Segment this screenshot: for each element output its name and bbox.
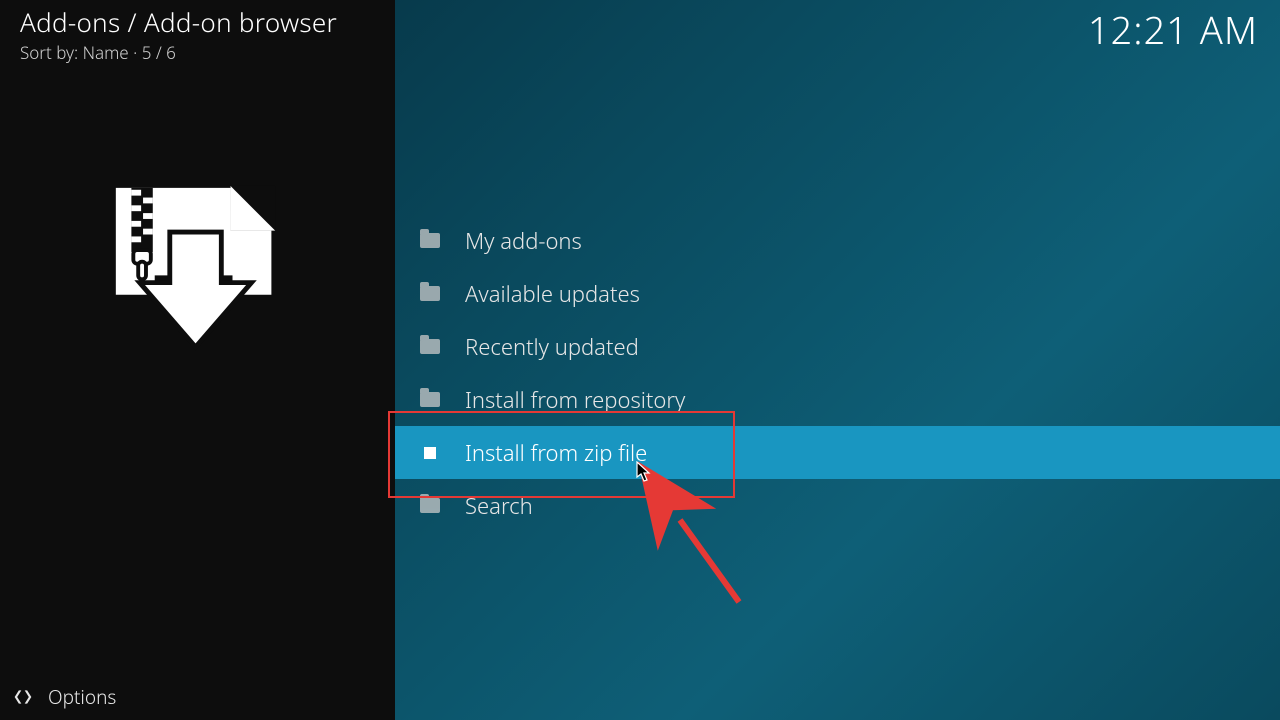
list-item-search[interactable]: Search	[395, 479, 1280, 532]
sort-line: Sort by: Name · 5 / 6	[20, 41, 337, 64]
folder-icon	[419, 389, 441, 411]
list-item-label: Search	[465, 491, 533, 521]
list-item-label: Recently updated	[465, 332, 639, 362]
options-label: Options	[48, 684, 116, 710]
list-position: 5 / 6	[142, 41, 176, 64]
folder-icon	[419, 283, 441, 305]
file-icon	[419, 442, 441, 464]
options-icon	[12, 686, 34, 708]
sort-separator: ·	[133, 41, 142, 64]
sidebar	[0, 0, 395, 720]
addon-browser-list: My add-ons Available updates Recently up…	[395, 214, 1280, 532]
list-item-recently-updated[interactable]: Recently updated	[395, 320, 1280, 373]
install-zip-hero-icon	[110, 182, 285, 357]
list-item-install-from-zip[interactable]: Install from zip file	[395, 426, 1280, 479]
breadcrumb: Add-ons / Add-on browser	[20, 4, 337, 40]
header: Add-ons / Add-on browser Sort by: Name ·…	[20, 4, 337, 64]
list-item-label: Available updates	[465, 279, 640, 309]
content-area: My add-ons Available updates Recently up…	[395, 0, 1280, 720]
list-item-my-addons[interactable]: My add-ons	[395, 214, 1280, 267]
folder-icon	[419, 495, 441, 517]
list-item-available-updates[interactable]: Available updates	[395, 267, 1280, 320]
footer-options[interactable]: Options	[12, 684, 116, 710]
list-item-label: My add-ons	[465, 226, 582, 256]
list-item-install-from-repository[interactable]: Install from repository	[395, 373, 1280, 426]
sort-prefix: Sort by:	[20, 41, 83, 64]
list-item-label: Install from repository	[465, 385, 685, 415]
sort-value: Name	[83, 41, 129, 64]
folder-icon	[419, 336, 441, 358]
list-item-label: Install from zip file	[465, 438, 647, 468]
folder-icon	[419, 230, 441, 252]
